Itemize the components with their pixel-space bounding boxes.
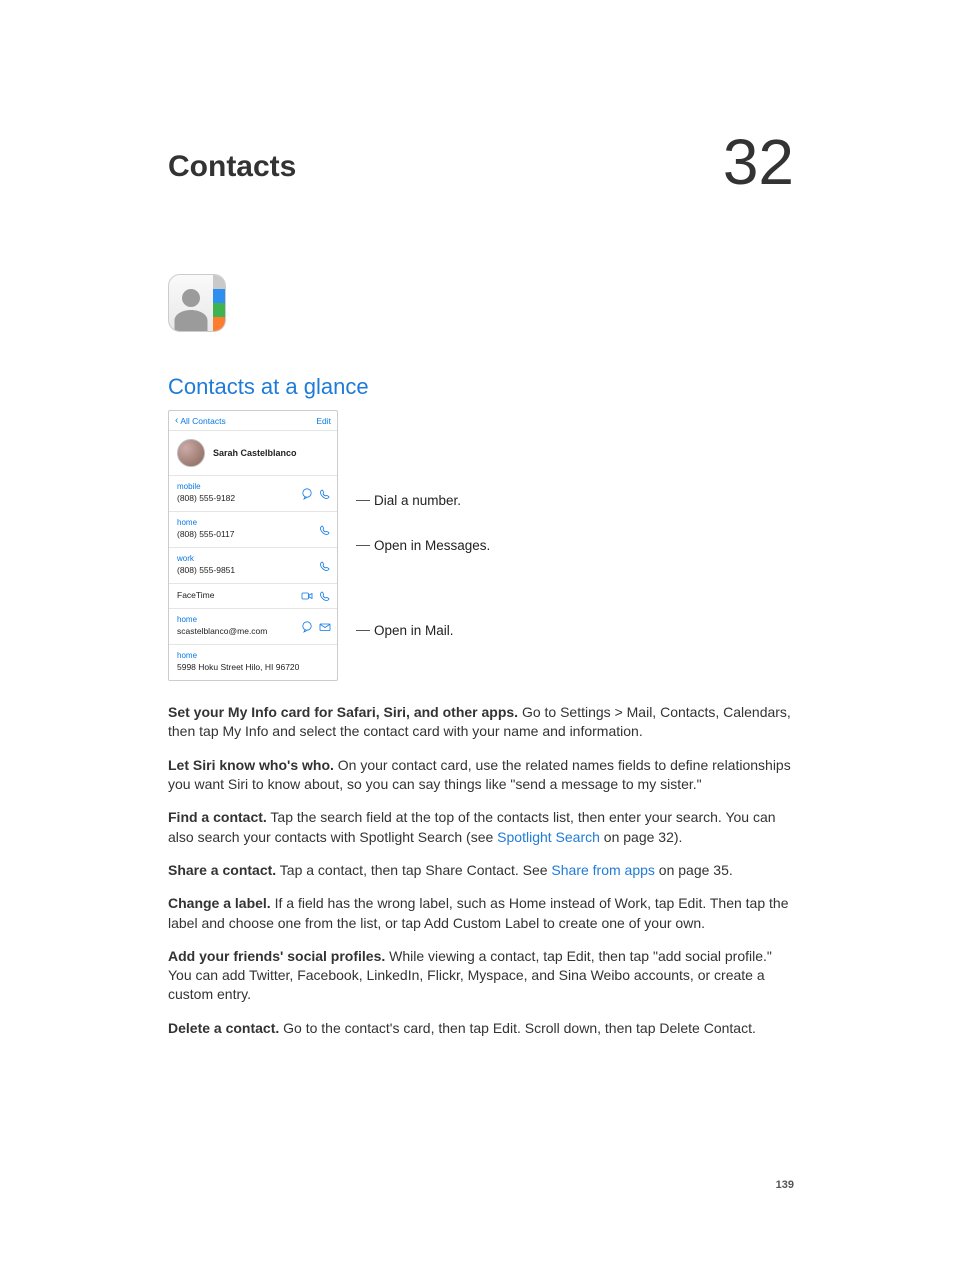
callout-mail: Open in Mail. (356, 623, 490, 638)
chapter-number: 32 (723, 130, 794, 194)
paragraph: Let Siri know who's who. On your contact… (168, 756, 794, 795)
link-spotlight-search[interactable]: Spotlight Search (497, 829, 600, 845)
field-value: scastelblanco@me.com (177, 626, 267, 636)
messages-icon[interactable] (301, 621, 313, 633)
video-icon[interactable] (301, 590, 313, 602)
person-silhouette-icon (169, 275, 213, 331)
page-number: 139 (776, 1179, 794, 1191)
messages-icon[interactable] (301, 488, 313, 500)
phone-icon[interactable] (319, 560, 331, 572)
field-work-phone[interactable]: work (808) 555-9851 (169, 548, 337, 584)
field-mobile[interactable]: mobile (808) 555-9182 (169, 476, 337, 512)
back-button[interactable]: ‹ All Contacts (175, 415, 226, 426)
chevron-left-icon: ‹ (175, 415, 178, 426)
callout-dial: Dial a number. (356, 493, 490, 508)
phone-icon[interactable] (319, 488, 331, 500)
chapter-title: Contacts (168, 150, 296, 184)
field-address[interactable]: home 5998 Hoku Street Hilo, HI 96720 (169, 645, 337, 680)
field-label: home (177, 651, 329, 660)
contact-name: Sarah Castelblanco (213, 448, 297, 458)
field-label: home (177, 518, 329, 527)
contact-card-screenshot: ‹ All Contacts Edit Sarah Castelblanco m… (168, 410, 338, 681)
field-value: (808) 555-9182 (177, 493, 235, 503)
field-value: (808) 555-9851 (177, 565, 235, 575)
field-value: 5998 Hoku Street Hilo, HI 96720 (177, 662, 299, 672)
facetime-label: FaceTime (177, 590, 214, 600)
link-share-from-apps[interactable]: Share from apps (551, 862, 655, 878)
paragraph: Change a label. If a field has the wrong… (168, 894, 794, 933)
callout-messages: Open in Messages. (356, 538, 490, 553)
section-heading: Contacts at a glance (168, 374, 794, 400)
contacts-app-icon (168, 274, 226, 332)
phone-icon[interactable] (319, 524, 331, 536)
mail-icon[interactable] (319, 621, 331, 633)
paragraph: Delete a contact. Go to the contact's ca… (168, 1019, 794, 1038)
edit-button[interactable]: Edit (316, 416, 331, 426)
field-home-phone[interactable]: home (808) 555-0117 (169, 512, 337, 548)
field-label: work (177, 554, 329, 563)
paragraph: Add your friends' social profiles. While… (168, 947, 794, 1005)
back-label: All Contacts (180, 416, 225, 426)
paragraph: Share a contact. Tap a contact, then tap… (168, 861, 794, 880)
paragraph: Find a contact. Tap the search field at … (168, 808, 794, 847)
phone-icon[interactable] (319, 590, 331, 602)
field-email[interactable]: home scastelblanco@me.com (169, 609, 337, 645)
paragraph: Set your My Info card for Safari, Siri, … (168, 703, 794, 742)
avatar (177, 439, 205, 467)
field-facetime[interactable]: FaceTime (169, 584, 337, 609)
field-value: (808) 555-0117 (177, 529, 235, 539)
